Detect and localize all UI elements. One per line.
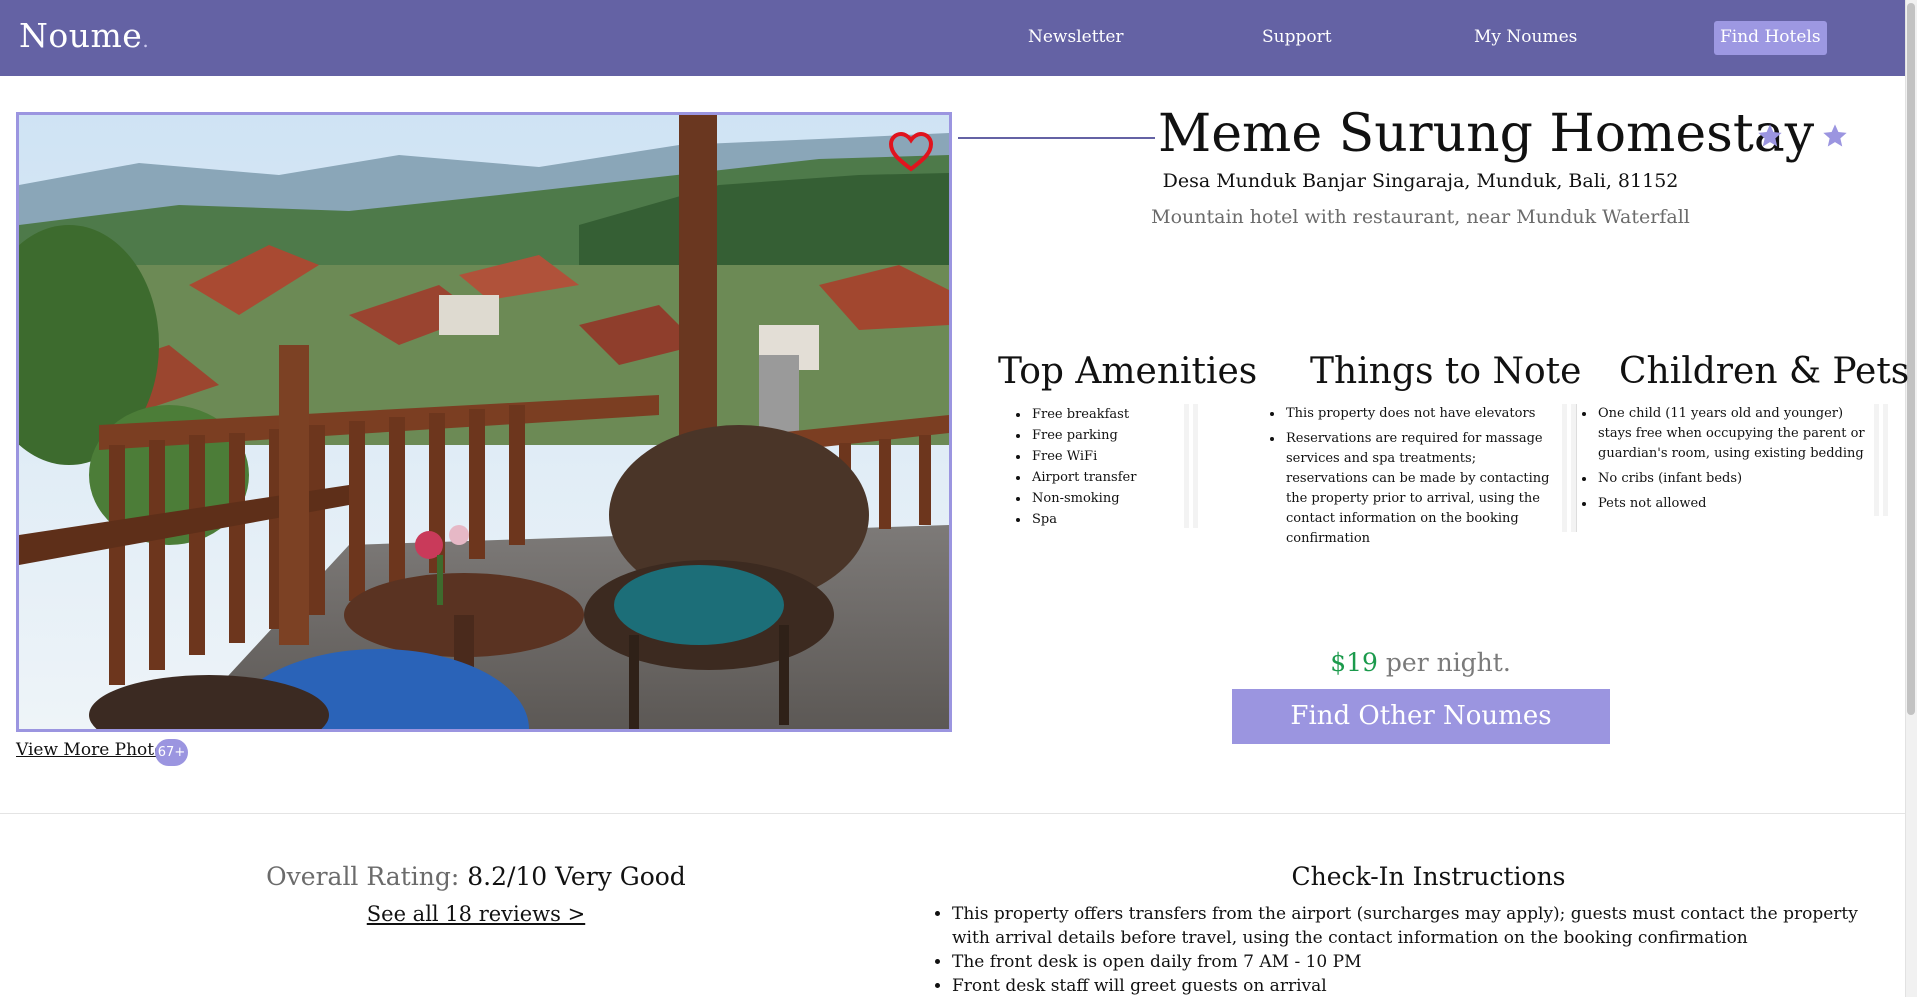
- amenity-item: Free parking: [1030, 425, 1184, 446]
- overall-rating: Overall Rating: 8.2/10 Very Good: [0, 862, 952, 891]
- photo-count-badge[interactable]: 67+: [155, 739, 188, 766]
- balcony-photo-illustration: [19, 115, 949, 729]
- check-in-item: The front desk is open daily from 7 AM -…: [952, 950, 1864, 974]
- policy-item: Pets not allowed: [1596, 494, 1874, 514]
- nav-link-newsletter[interactable]: Newsletter: [1028, 27, 1124, 47]
- hotel-tagline: Mountain hotel with restaurant, near Mun…: [1151, 206, 1690, 228]
- amenity-item: Non-smoking: [1030, 488, 1184, 509]
- check-in-item: Front desk staff will greet guests on ar…: [952, 974, 1864, 997]
- star-icon: [1823, 124, 1847, 147]
- policy-item: No cribs (infant beds): [1596, 469, 1874, 489]
- see-all-reviews-link[interactable]: See all 18 reviews >: [367, 902, 585, 926]
- note-item: Reservations are required for massage se…: [1284, 429, 1562, 549]
- price-suffix: per night.: [1385, 648, 1511, 677]
- things-to-note-heading: Things to Note: [1310, 351, 1582, 392]
- hotel-name-title: Meme Surung Homestay: [1158, 104, 1815, 164]
- reviews-link-container: See all 18 reviews >: [0, 902, 952, 926]
- nav-link-support[interactable]: Support: [1262, 27, 1332, 47]
- children-pets-list: One child (11 years old and younger) sta…: [1596, 404, 1874, 514]
- hotel-main-photo[interactable]: [16, 112, 952, 732]
- price-amount: $19: [1330, 648, 1378, 677]
- view-more-photos-link[interactable]: View More Photos: [16, 740, 173, 760]
- check-in-instructions-heading: Check-In Instructions: [1291, 862, 1566, 891]
- rating-value: 8.2/10 Very Good: [467, 862, 686, 891]
- section-divider: [0, 813, 1905, 814]
- logo[interactable]: Noume.: [19, 16, 149, 55]
- top-navigation-bar: Noume. Newsletter Support My Noumes Find…: [0, 0, 1905, 76]
- rating-label: Overall Rating:: [266, 862, 460, 891]
- amenity-item: Airport transfer: [1030, 467, 1184, 488]
- children-pets-list-box[interactable]: One child (11 years old and younger) sta…: [1578, 404, 1888, 516]
- top-amenities-heading: Top Amenities: [998, 351, 1258, 392]
- amenities-list: Free breakfast Free parking Free WiFi Ai…: [1030, 404, 1184, 530]
- things-to-note-list-box[interactable]: This property does not have elevators Re…: [1266, 404, 1576, 546]
- find-other-noumes-button[interactable]: Find Other Noumes: [1232, 689, 1610, 744]
- column-divider: [1576, 404, 1577, 532]
- nightly-price: $19 per night.: [958, 648, 1883, 677]
- hotel-address: Desa Munduk Banjar Singaraja, Munduk, Ba…: [1162, 170, 1679, 192]
- amenity-item: Spa: [1030, 509, 1184, 530]
- note-item: This property does not have elevators: [1284, 404, 1562, 424]
- amenity-item: Free WiFi: [1030, 446, 1184, 467]
- star-icon: [1758, 124, 1782, 147]
- check-in-item: This property offers transfers from the …: [952, 902, 1864, 950]
- favorite-heart-icon[interactable]: [888, 131, 934, 173]
- nav-button-find-hotels[interactable]: Find Hotels: [1714, 21, 1827, 55]
- things-to-note-list: This property does not have elevators Re…: [1284, 404, 1562, 549]
- title-divider-line: [958, 137, 1155, 139]
- amenity-item: Free breakfast: [1030, 404, 1184, 425]
- policy-item: One child (11 years old and younger) sta…: [1596, 404, 1874, 464]
- page-scrollbar[interactable]: [1905, 0, 1917, 997]
- children-pets-heading: Children & Pets: [1619, 351, 1910, 392]
- amenities-list-box[interactable]: Free breakfast Free parking Free WiFi Ai…: [1000, 404, 1198, 528]
- check-in-instructions-list: This property offers transfers from the …: [934, 902, 1864, 997]
- nav-link-my-noumes[interactable]: My Noumes: [1474, 27, 1577, 47]
